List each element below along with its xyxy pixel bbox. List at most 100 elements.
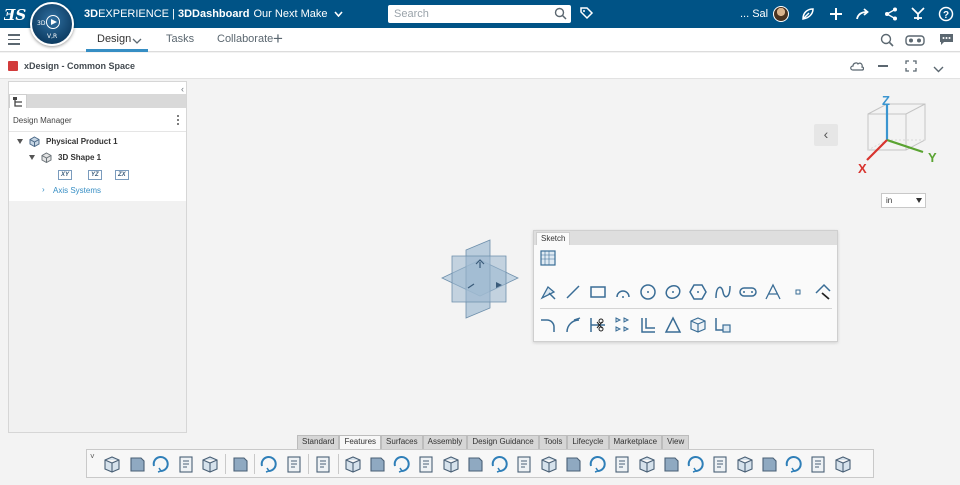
- sweep-icon[interactable]: [415, 453, 437, 475]
- revolve-icon[interactable]: [391, 453, 413, 475]
- surface-icon[interactable]: [807, 453, 829, 475]
- vr-icon[interactable]: [905, 32, 925, 51]
- network-icon[interactable]: [882, 5, 900, 23]
- chevron-right-icon[interactable]: ›: [42, 185, 45, 194]
- sketch-grid-icon[interactable]: [538, 248, 558, 268]
- plus-icon[interactable]: [827, 5, 845, 23]
- extrude-icon[interactable]: [366, 453, 388, 475]
- tree-tab[interactable]: [9, 94, 27, 108]
- tab-view[interactable]: View: [662, 435, 690, 449]
- tag-icon[interactable]: [579, 6, 594, 24]
- settings-icon[interactable]: [229, 453, 251, 475]
- mirror-icon[interactable]: [611, 453, 633, 475]
- circle-icon[interactable]: [638, 282, 658, 302]
- scale-icon[interactable]: [832, 453, 854, 475]
- spline-icon[interactable]: [713, 282, 733, 302]
- tab-design-guidance[interactable]: Design Guidance: [467, 435, 539, 449]
- chamfer-icon[interactable]: [587, 453, 609, 475]
- text-icon[interactable]: [763, 282, 783, 302]
- thicken-icon[interactable]: [783, 453, 805, 475]
- point-icon[interactable]: [788, 282, 808, 302]
- tree-item-physical-product[interactable]: Physical Product 1: [46, 137, 118, 146]
- boolean-icon[interactable]: [734, 453, 756, 475]
- sketch-cube-icon[interactable]: [342, 453, 364, 475]
- tab-standard[interactable]: Standard: [297, 435, 340, 449]
- tab-features[interactable]: Features: [339, 435, 382, 449]
- bend-icon[interactable]: [709, 453, 731, 475]
- tree-item-3d-shape[interactable]: 3D Shape 1: [58, 153, 101, 162]
- pattern-icon[interactable]: [613, 315, 633, 335]
- avatar[interactable]: [773, 6, 789, 22]
- more-options-icon[interactable]: [177, 115, 180, 127]
- tab-tasks[interactable]: Tasks: [166, 33, 194, 45]
- menu-icon[interactable]: [8, 34, 20, 46]
- clipboard-icon[interactable]: [199, 453, 221, 475]
- expand-caret-icon[interactable]: [29, 155, 35, 160]
- unit-select[interactable]: in: [881, 193, 926, 208]
- tree-item-axis-systems[interactable]: Axis Systems: [53, 186, 101, 195]
- split-icon[interactable]: [758, 453, 780, 475]
- chevron-down-icon[interactable]: [132, 38, 142, 44]
- help-icon[interactable]: [312, 453, 334, 475]
- platform-brand[interactable]: 3DEXPERIENCE | 3DDashboard Our Next Make: [84, 8, 343, 20]
- add-tab-button[interactable]: +: [273, 30, 283, 48]
- trim-icon[interactable]: [588, 315, 608, 335]
- search-input[interactable]: [388, 5, 548, 23]
- fullscreen-icon[interactable]: [905, 60, 917, 75]
- offset-icon[interactable]: [638, 315, 658, 335]
- loft-icon[interactable]: [440, 453, 462, 475]
- refresh-icon[interactable]: [175, 453, 197, 475]
- fillet-icon[interactable]: [538, 315, 558, 335]
- context-selector[interactable]: Our Next Make: [254, 8, 328, 20]
- cloud-icon[interactable]: [850, 60, 865, 75]
- chat-icon[interactable]: [939, 32, 954, 50]
- tab-tools[interactable]: Tools: [538, 435, 568, 449]
- save-icon[interactable]: [150, 453, 172, 475]
- feather-icon[interactable]: [799, 5, 817, 23]
- plane-yz[interactable]: YZ: [88, 170, 102, 180]
- construction-icon[interactable]: [813, 282, 833, 302]
- rectangle-icon[interactable]: [588, 282, 608, 302]
- chevron-down-icon[interactable]: [333, 11, 343, 18]
- share-arrow-icon[interactable]: [854, 5, 872, 23]
- compass-play-icon[interactable]: [46, 15, 60, 29]
- minimize-icon[interactable]: [878, 65, 888, 67]
- offset-arc-icon[interactable]: [563, 315, 583, 335]
- collapse-panel-icon[interactable]: ‹: [181, 84, 184, 94]
- expand-caret-icon[interactable]: [17, 139, 23, 144]
- search-box[interactable]: [388, 5, 571, 23]
- find-icon[interactable]: [879, 32, 895, 51]
- project-icon[interactable]: [688, 315, 708, 335]
- shell-icon[interactable]: [513, 453, 535, 475]
- cut-icon[interactable]: [464, 453, 486, 475]
- flange-icon[interactable]: [685, 453, 707, 475]
- tab-surfaces[interactable]: Surfaces: [381, 435, 423, 449]
- tools-icon[interactable]: [909, 5, 927, 23]
- help-icon[interactable]: ?: [937, 5, 955, 23]
- undo-icon[interactable]: [258, 453, 280, 475]
- tab-assembly[interactable]: Assembly: [422, 435, 468, 449]
- tab-lifecycle[interactable]: Lifecycle: [567, 435, 609, 449]
- user-name[interactable]: ... Sal: [740, 8, 768, 20]
- origin-planes-icon[interactable]: [438, 238, 522, 322]
- previous-view-button[interactable]: ‹: [814, 124, 838, 146]
- tab-design[interactable]: Design: [97, 33, 131, 45]
- plane-zx[interactable]: ZX: [115, 170, 129, 180]
- tab-collaborate[interactable]: Collaborate: [217, 33, 273, 45]
- fillet-feature-icon[interactable]: [562, 453, 584, 475]
- triangle-icon[interactable]: [663, 315, 683, 335]
- sheet-metal-icon[interactable]: [660, 453, 682, 475]
- view-triad[interactable]: [855, 92, 940, 182]
- draft-icon[interactable]: [538, 453, 560, 475]
- search-icon[interactable]: [554, 7, 567, 23]
- chevron-down-icon[interactable]: [933, 62, 944, 76]
- pattern-feature-icon[interactable]: [636, 453, 658, 475]
- open-icon[interactable]: [126, 453, 148, 475]
- slot-icon[interactable]: [738, 282, 758, 302]
- hole-icon[interactable]: [489, 453, 511, 475]
- plane-xy[interactable]: XY: [58, 170, 73, 180]
- convert-icon[interactable]: [713, 315, 733, 335]
- sketch-edit-icon[interactable]: [538, 282, 558, 302]
- line-icon[interactable]: [563, 282, 583, 302]
- polygon-icon[interactable]: [688, 282, 708, 302]
